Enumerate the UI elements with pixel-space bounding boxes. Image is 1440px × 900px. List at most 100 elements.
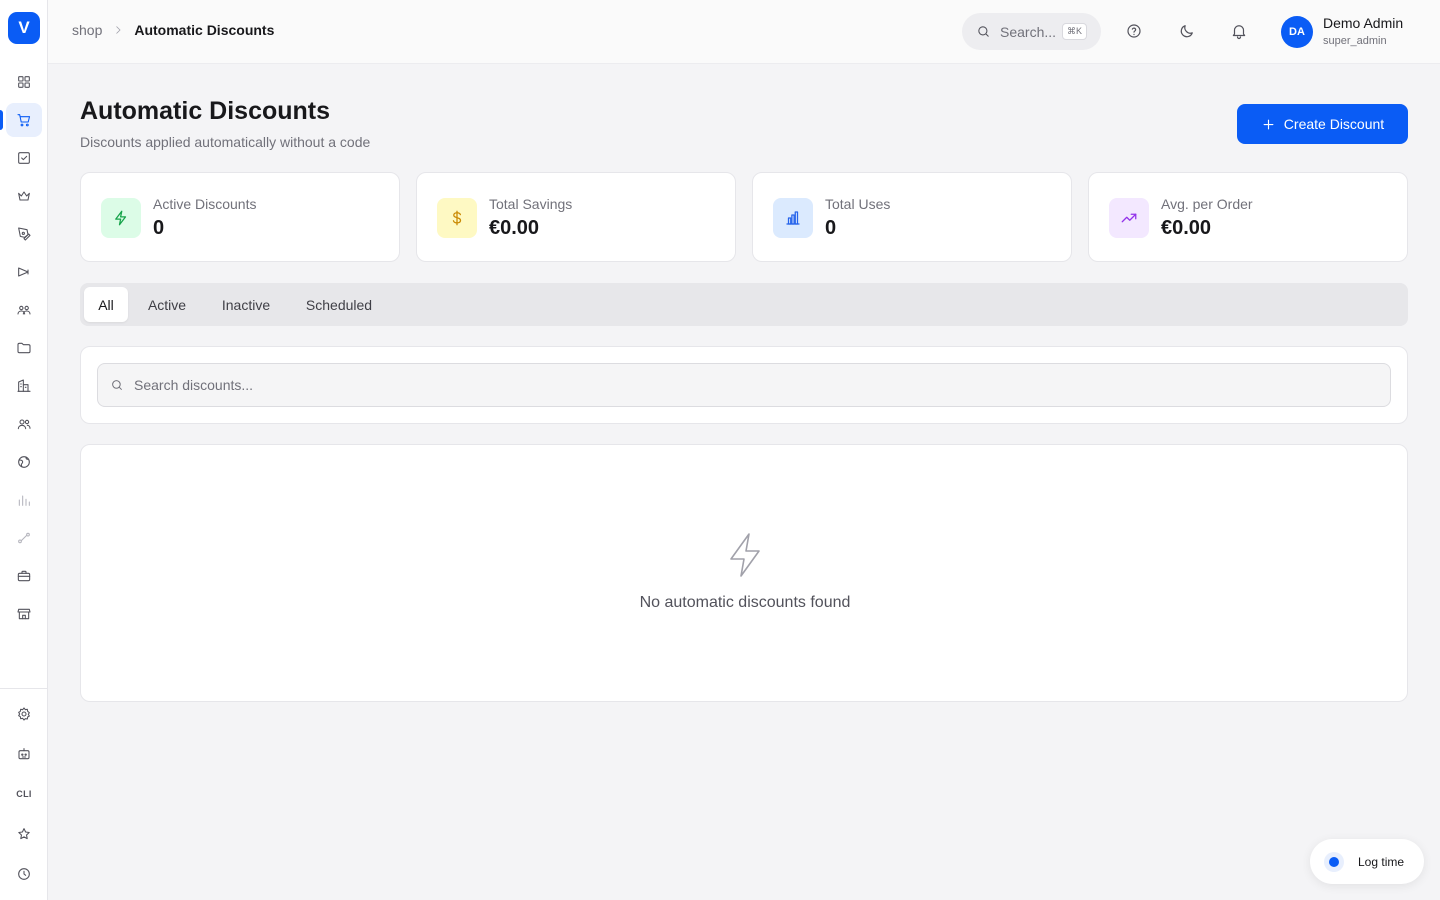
log-time-label: Log time	[1358, 854, 1405, 869]
star-icon	[18, 828, 30, 840]
store-icon	[17, 608, 31, 620]
plus-icon	[1263, 119, 1274, 129]
stat-label: Total Savings	[489, 196, 573, 212]
stat-card-total-uses: Total Uses 0	[752, 172, 1072, 262]
lightning-icon	[115, 210, 127, 226]
stat-value: €0.00	[1161, 217, 1212, 239]
stat-value: €0.00	[489, 217, 540, 239]
tab-inactive[interactable]: Inactive	[208, 287, 284, 322]
nav-tasks[interactable]	[6, 141, 42, 175]
stat-icon-box	[773, 198, 813, 238]
create-discount-button[interactable]: Create Discount	[1237, 104, 1408, 144]
robot-icon	[18, 748, 30, 760]
sidebar-divider	[0, 688, 48, 689]
app-logo[interactable]: V	[8, 12, 40, 44]
contacts-icon	[17, 419, 31, 430]
search-icon	[978, 26, 989, 37]
nav-contacts[interactable]	[6, 407, 42, 441]
create-discount-label: Create Discount	[1283, 116, 1385, 132]
filter-tabs: All Active Inactive Scheduled	[80, 283, 1408, 326]
dollar-icon	[452, 210, 462, 226]
breadcrumb: shop Automatic Discounts	[72, 22, 274, 38]
empty-state-text: No automatic discounts found	[639, 594, 851, 611]
shopping-cart-icon	[17, 114, 31, 127]
trending-up-icon	[1121, 213, 1137, 223]
nav-companies[interactable]	[6, 369, 42, 403]
help-circle-icon	[1127, 24, 1141, 38]
stat-icon-box	[437, 198, 477, 238]
search-icon	[112, 380, 123, 391]
user-name[interactable]: Demo Admin	[1323, 15, 1403, 31]
sidebar: V CLI	[0, 0, 48, 900]
page-title: Automatic Discounts	[80, 97, 331, 125]
page-subtitle: Discounts applied automatically without …	[80, 134, 371, 150]
nav-teams[interactable]	[6, 293, 42, 327]
tab-scheduled[interactable]: Scheduled	[294, 287, 384, 322]
stat-label: Avg. per Order	[1161, 196, 1253, 212]
stat-card-active-discounts: Active Discounts 0	[80, 172, 400, 262]
user-role: super_admin	[1323, 35, 1387, 47]
briefcase-icon	[17, 570, 31, 582]
nav-settings[interactable]	[6, 697, 42, 731]
nav-dashboard[interactable]	[6, 65, 42, 99]
user-avatar[interactable]: DA	[1281, 16, 1313, 48]
stat-icon-box	[101, 198, 141, 238]
clock-icon	[18, 868, 30, 880]
crown-icon	[18, 191, 30, 201]
bar-chart-icon	[18, 495, 30, 506]
discounts-list-empty: No automatic discounts found	[80, 444, 1408, 702]
nav-store[interactable]	[6, 597, 42, 631]
settings-icon	[18, 707, 30, 721]
global-search-button[interactable]: Search... ⌘K	[962, 13, 1101, 50]
nav-design[interactable]	[6, 217, 42, 251]
stat-value: 0	[825, 217, 837, 239]
search-card	[80, 346, 1408, 424]
nav-cli[interactable]: CLI	[6, 777, 42, 811]
nav-favorites[interactable]	[6, 817, 42, 851]
nav-shop[interactable]	[6, 103, 42, 137]
building-icon	[17, 379, 31, 392]
nav-marketing[interactable]	[6, 255, 42, 289]
tab-active[interactable]: Active	[136, 287, 198, 322]
stat-icon-box	[1109, 198, 1149, 238]
stat-label: Active Discounts	[153, 196, 257, 212]
chevron-right-icon	[112, 24, 124, 36]
breadcrumb-root[interactable]: shop	[72, 22, 102, 38]
checkbox-icon	[18, 152, 30, 164]
discount-search-input[interactable]	[134, 377, 1334, 393]
bell-icon	[1232, 25, 1246, 40]
nav-web[interactable]	[6, 445, 42, 479]
stat-card-avg-per-order: Avg. per Order €0.00	[1088, 172, 1408, 262]
stat-value: 0	[153, 217, 165, 239]
nav-analytics[interactable]	[6, 483, 42, 517]
breadcrumb-current: Automatic Discounts	[134, 22, 275, 38]
stat-card-total-savings: Total Savings €0.00	[416, 172, 736, 262]
megaphone-icon	[18, 267, 29, 277]
help-button[interactable]	[1123, 20, 1145, 42]
route-icon	[18, 532, 30, 544]
search-shortcut-badge: ⌘K	[1062, 23, 1088, 40]
users-group-icon	[17, 305, 31, 315]
stat-label: Total Uses	[825, 196, 891, 212]
bar-chart-icon	[786, 211, 800, 225]
top-header: shop Automatic Discounts Search... ⌘K DA…	[48, 0, 1440, 64]
globe-icon	[18, 456, 30, 468]
discount-search-field[interactable]	[97, 363, 1391, 407]
nav-routes[interactable]	[6, 521, 42, 555]
dashboard-grid-icon	[18, 76, 30, 88]
nav-jobs[interactable]	[6, 559, 42, 593]
nav-premium[interactable]	[6, 179, 42, 213]
moon-icon	[1180, 25, 1193, 38]
notifications-button[interactable]	[1228, 20, 1250, 42]
cli-icon: CLI	[16, 789, 32, 799]
pen-tool-icon	[18, 227, 31, 241]
nav-ai-assistant[interactable]	[6, 737, 42, 771]
log-time-button[interactable]: Log time	[1310, 839, 1424, 884]
folder-icon	[17, 342, 31, 354]
nav-history[interactable]	[6, 857, 42, 891]
tab-all[interactable]: All	[84, 287, 128, 322]
theme-toggle-button[interactable]	[1176, 20, 1198, 42]
timer-icon	[1324, 851, 1344, 872]
nav-files[interactable]	[6, 331, 42, 365]
lightning-icon	[725, 531, 765, 579]
